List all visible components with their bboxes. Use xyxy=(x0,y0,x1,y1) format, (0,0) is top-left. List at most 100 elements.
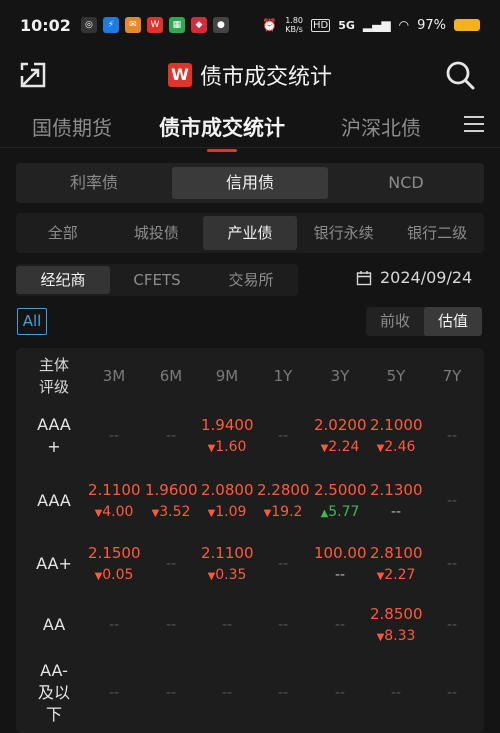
yield-change: ▼8.33 xyxy=(376,628,416,644)
empty-cell-dash: -- xyxy=(446,428,458,444)
column-header-1y: 1Y xyxy=(273,367,293,385)
empty-cell-dash: -- xyxy=(221,617,233,633)
table-cell[interactable]: -- xyxy=(145,614,197,636)
table-cell[interactable]: -- xyxy=(145,553,197,575)
table-row[interactable]: AA+ 2.1500 ▼0.05 -- 2.1100 ▼0.35 -- 100.00 -- 2.8… xyxy=(16,532,484,596)
yield-change: -- xyxy=(334,567,346,583)
column-header-3m: 3M xyxy=(102,367,126,385)
table-row[interactable]: AA- 及以下 -- -- -- -- -- -- -- xyxy=(16,654,484,732)
table-row[interactable]: AAA + -- -- 1.9400 ▼1.60 -- 2.0200 ▼2.24 2.1000 ▼2… xyxy=(16,404,484,468)
table-row[interactable]: AAA 2.1100 ▼4.00 1.9600 ▼3.52 2.0800 ▼1.09 2.28… xyxy=(16,470,484,532)
table-cell[interactable]: -- xyxy=(426,682,478,704)
table-cell[interactable]: -- xyxy=(145,425,197,447)
table-cell[interactable]: 1.9400 ▼1.60 xyxy=(201,414,253,460)
net-speed: 1.80 KB/s xyxy=(285,16,303,34)
table-cell[interactable]: -- xyxy=(201,682,253,704)
table-cell[interactable]: 2.1300 -- xyxy=(370,479,422,523)
table-cell[interactable]: 2.8100 ▼2.27 xyxy=(370,542,422,588)
table-cell[interactable]: 2.1100 ▼4.00 xyxy=(88,479,140,525)
hd-icon: HD xyxy=(311,18,331,32)
empty-cell-dash: -- xyxy=(108,617,120,633)
empty-cell-dash: -- xyxy=(390,685,402,701)
down-arrow-icon: ▼ xyxy=(207,508,216,519)
down-arrow-icon: ▼ xyxy=(376,571,385,582)
chat-app-icon: ● xyxy=(212,17,229,33)
yield-value: 2.1500 xyxy=(88,544,140,562)
table-cell[interactable]: 2.1000 ▼2.46 xyxy=(370,414,422,460)
sub-category-selector: 全部 城投债 产业债 银行永续 银行二级 xyxy=(16,213,484,253)
wind-app-icon: W xyxy=(146,17,163,33)
yield-value: 1.9400 xyxy=(201,416,253,434)
all-filter-button[interactable]: All xyxy=(17,308,47,335)
empty-cell-dash: -- xyxy=(108,685,120,701)
sub-category-industrial[interactable]: 产业债 xyxy=(203,216,297,250)
chart-app-icon: ▦ xyxy=(168,17,185,33)
table-cell[interactable]: -- xyxy=(426,490,478,512)
yield-value: 2.2800 xyxy=(257,481,309,499)
bond-type-rate[interactable]: 利率债 xyxy=(16,163,172,203)
source-broker[interactable]: 经纪商 xyxy=(16,266,110,294)
table-cell[interactable]: 100.00 -- xyxy=(314,542,366,586)
down-arrow-icon: ▼ xyxy=(94,508,103,519)
table-cell[interactable]: -- xyxy=(426,553,478,575)
table-cell[interactable]: -- xyxy=(257,682,309,704)
down-arrow-icon: ▼ xyxy=(320,443,329,454)
table-cell[interactable]: 2.0800 ▼1.09 xyxy=(201,479,253,525)
empty-cell-dash: -- xyxy=(165,617,177,633)
menu-icon[interactable] xyxy=(464,116,484,134)
tab-bond-futures[interactable]: 国债期货 xyxy=(32,112,112,141)
network-type: 5G xyxy=(338,18,355,32)
title-bar: W 债市成交统计 xyxy=(0,52,500,98)
wifi-icon: ◠ xyxy=(398,18,410,32)
search-icon[interactable] xyxy=(444,59,476,91)
table-cell[interactable]: -- xyxy=(145,682,197,704)
yield-value: 2.0200 xyxy=(314,416,366,434)
sub-category-bank-tier2[interactable]: 银行二级 xyxy=(390,213,484,253)
empty-cell-dash: -- xyxy=(277,685,289,701)
table-cell[interactable]: -- xyxy=(257,425,309,447)
sub-category-bank-perpetual[interactable]: 银行永续 xyxy=(297,213,391,253)
table-cell[interactable]: -- xyxy=(314,682,366,704)
table-cell[interactable]: 2.8500 ▼8.33 xyxy=(370,603,422,649)
table-cell[interactable]: -- xyxy=(370,682,422,704)
yield-change: ▼19.2 xyxy=(263,504,303,520)
empty-cell-dash: -- xyxy=(165,428,177,444)
yield-value: 2.5000 xyxy=(314,481,366,499)
table-cell[interactable]: 1.9600 ▼3.52 xyxy=(145,479,197,525)
yield-change: ▼4.00 xyxy=(94,504,134,520)
table-cell[interactable]: 2.5000 ▲5.77 xyxy=(314,479,366,525)
sub-category-lgfv[interactable]: 城投债 xyxy=(110,213,204,253)
table-cell[interactable]: -- xyxy=(201,614,253,636)
table-cell[interactable]: 2.1500 ▼0.05 xyxy=(88,542,140,588)
tab-bond-trade-stats[interactable]: 债市成交统计 xyxy=(159,112,285,142)
share-icon[interactable] xyxy=(18,60,48,90)
table-cell[interactable]: 2.1100 ▼0.35 xyxy=(201,542,253,588)
yield-change: ▼2.46 xyxy=(376,439,416,455)
page-title: 债市成交统计 xyxy=(199,65,332,90)
table-cell[interactable]: 2.0200 ▼2.24 xyxy=(314,414,366,460)
yield-value: 2.1100 xyxy=(201,544,253,562)
bond-type-ncd[interactable]: NCD xyxy=(328,163,484,203)
lightning-app-icon: ⚡ xyxy=(102,17,119,33)
empty-cell-dash: -- xyxy=(446,617,458,633)
table-cell[interactable]: -- xyxy=(257,553,309,575)
mode-prev-close[interactable]: 前收 xyxy=(366,307,424,336)
table-row[interactable]: AA -- -- -- -- -- 2.8500 ▼8.33 -- xyxy=(16,596,484,654)
table-cell[interactable]: -- xyxy=(426,425,478,447)
source-exchange[interactable]: 交易所 xyxy=(204,264,298,296)
table-cell[interactable]: -- xyxy=(426,614,478,636)
mode-valuation[interactable]: 估值 xyxy=(424,307,482,336)
source-cfets[interactable]: CFETS xyxy=(110,264,204,296)
table-cell[interactable]: -- xyxy=(88,614,140,636)
yield-change: ▼3.52 xyxy=(151,504,191,520)
table-cell[interactable]: -- xyxy=(257,614,309,636)
bond-type-credit[interactable]: 信用债 xyxy=(172,167,328,199)
table-cell[interactable]: -- xyxy=(314,614,366,636)
rating-header: 主体 评级 xyxy=(24,354,84,398)
table-cell[interactable]: -- xyxy=(88,425,140,447)
date-picker[interactable]: 2024/09/24 xyxy=(356,268,472,287)
tab-sh-sz-bj-bonds[interactable]: 沪深北债 xyxy=(341,112,421,141)
table-cell[interactable]: -- xyxy=(88,682,140,704)
sub-category-all[interactable]: 全部 xyxy=(16,213,110,253)
table-cell[interactable]: 2.2800 ▼19.2 xyxy=(257,479,309,525)
